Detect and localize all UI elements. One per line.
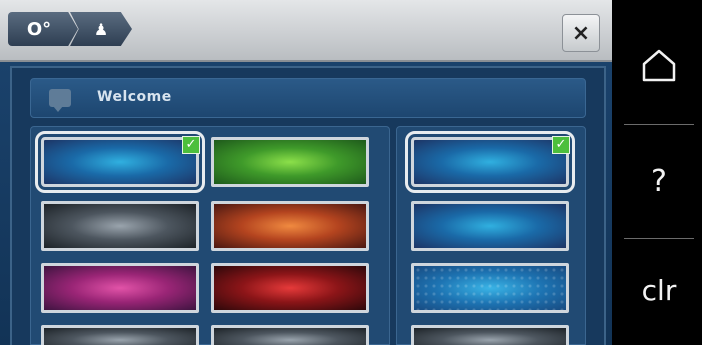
- machine-settings-icon: O°: [26, 18, 52, 40]
- speech-bubble-icon: [49, 89, 71, 112]
- clear-label: clr: [641, 273, 677, 307]
- home-button[interactable]: [624, 10, 694, 120]
- theme-list-left: ✓: [30, 126, 390, 345]
- theme-tile-partial[interactable]: [411, 325, 569, 345]
- theme-tile-pink[interactable]: [41, 263, 199, 313]
- close-button[interactable]: ×: [562, 14, 600, 52]
- theme-tile-partial[interactable]: [211, 325, 369, 345]
- check-icon: ✓: [552, 136, 570, 154]
- theme-tile-partial[interactable]: [41, 325, 199, 345]
- sidebar: ? clr: [612, 0, 702, 345]
- theme-tile-blue-dots[interactable]: [411, 263, 569, 313]
- close-icon: ×: [571, 20, 591, 46]
- theme-list-right: ✓: [396, 126, 586, 345]
- breadcrumb-user[interactable]: ♟: [70, 12, 132, 46]
- user-icon: ♟: [93, 19, 109, 39]
- sidebar-divider: [624, 124, 694, 125]
- clear-button[interactable]: clr: [624, 240, 694, 340]
- home-icon: [642, 49, 676, 82]
- theme-tile-orange[interactable]: [211, 201, 369, 251]
- theme-tile-blue-alt[interactable]: ✓: [405, 131, 575, 193]
- check-icon: ✓: [182, 136, 200, 154]
- help-label: ?: [651, 163, 667, 199]
- main-panel: O° ♟ × Welcome ✓ ✓: [0, 0, 612, 345]
- breadcrumb-machine-settings[interactable]: O°: [8, 12, 78, 46]
- theme-tile-blue-2[interactable]: [411, 201, 569, 251]
- help-button[interactable]: ?: [624, 126, 694, 236]
- welcome-message-bar[interactable]: Welcome: [30, 78, 586, 118]
- theme-tile-gray[interactable]: [41, 201, 199, 251]
- top-bar: O° ♟ ×: [0, 0, 612, 62]
- theme-tile-green[interactable]: [211, 137, 369, 187]
- welcome-text: Welcome: [97, 89, 172, 105]
- sidebar-divider: [624, 238, 694, 239]
- theme-tile-blue[interactable]: ✓: [35, 131, 205, 193]
- theme-tile-red[interactable]: [211, 263, 369, 313]
